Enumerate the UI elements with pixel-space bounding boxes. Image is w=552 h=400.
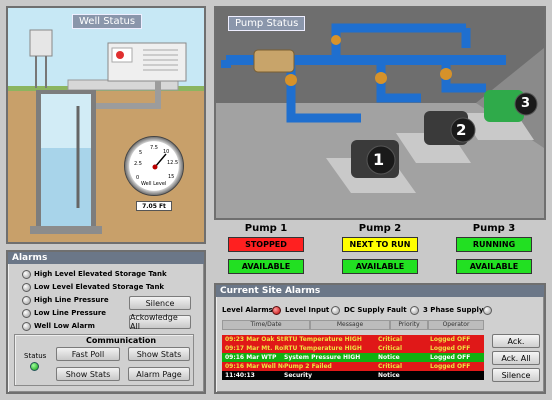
row-priority: Critical bbox=[378, 345, 403, 352]
gauge-tick: 15 bbox=[168, 174, 175, 180]
pump-2-number-label: 2 bbox=[456, 121, 467, 139]
pump-2-state: NEXT TO RUN bbox=[342, 237, 418, 252]
pump-3-title: Pump 3 bbox=[472, 223, 516, 234]
well-level-gauge: 0 2.5 5 7.5 10 12.5 15 Well Level bbox=[124, 136, 184, 196]
alarm-indicator bbox=[22, 322, 31, 331]
filter-label: Level Input bbox=[285, 306, 330, 314]
row-priority: Notice bbox=[378, 354, 400, 361]
filter-label: DC Supply Fault bbox=[344, 306, 407, 314]
alarm-item-label: Low Level Elevated Storage Tank bbox=[34, 283, 165, 291]
silence-alarms-button[interactable]: Silence bbox=[492, 368, 540, 382]
alarm-indicator bbox=[22, 309, 31, 318]
communication-status-led bbox=[30, 362, 39, 371]
alarm-indicator bbox=[22, 283, 31, 292]
filter-indicator bbox=[410, 306, 419, 315]
alarm-page-button[interactable]: Alarm Page bbox=[128, 367, 190, 381]
pump-room-illustration bbox=[216, 8, 544, 218]
communication-title: Communication bbox=[86, 336, 157, 345]
alarm-item-label: High Level Elevated Storage Tank bbox=[34, 270, 167, 278]
ack-button[interactable]: Ack. bbox=[492, 334, 540, 348]
table-row[interactable]: 09:23 Mar Oak St RTU Temperature HIGH Cr… bbox=[222, 335, 484, 344]
table-row[interactable]: 09:16 Mar Well No. 2 Pump 2 Failed Criti… bbox=[222, 362, 484, 371]
alarm-indicator bbox=[22, 296, 31, 305]
pump-1-availability: AVAILABLE bbox=[228, 259, 304, 274]
alarm-item-label: Low Line Pressure bbox=[34, 309, 107, 317]
row-time: 09:17 Mar Mt. Rolla bbox=[225, 345, 284, 352]
row-time: 09:16 Mar WTP bbox=[225, 354, 277, 361]
well-status-panel: Well Status 0 2.5 5 7.5 10 12.5 15 Well … bbox=[6, 6, 206, 244]
row-operator: Logged OFF bbox=[430, 354, 471, 361]
alarms-title: Alarms bbox=[12, 253, 48, 263]
alarm-item-label: Well Low Alarm bbox=[34, 322, 95, 330]
acknowledge-all-button[interactable]: Ackowledge All bbox=[129, 313, 191, 331]
gauge-tick: 10 bbox=[163, 149, 170, 155]
status-label: Status bbox=[24, 352, 47, 360]
column-header-operator: Operator bbox=[428, 320, 484, 330]
gauge-tick: 5 bbox=[139, 150, 143, 156]
table-row[interactable]: 09:17 Mar Mt. Rolla RTU Temperature HIGH… bbox=[222, 344, 484, 353]
alarm-item-label: High Line Pressure bbox=[34, 296, 109, 304]
gauge-tick: 12.5 bbox=[167, 160, 179, 166]
site-alarms-title: Current Site Alarms bbox=[220, 286, 321, 296]
gauge-tick: 7.5 bbox=[150, 145, 158, 151]
show-stats-button[interactable]: Show Stats bbox=[56, 367, 120, 381]
filter-label: 3 Phase Supply bbox=[423, 306, 484, 314]
pump-2-title: Pump 2 bbox=[358, 223, 402, 234]
row-time: 09:16 Mar Well No. 2 bbox=[225, 363, 284, 370]
well-illustration bbox=[8, 8, 204, 242]
row-priority: Notice bbox=[378, 372, 400, 379]
row-operator: Logged OFF bbox=[430, 336, 471, 343]
row-message: System Pressure HIGH bbox=[284, 354, 361, 361]
ack-all-button[interactable]: Ack. All bbox=[492, 351, 540, 365]
show-stats-button[interactable]: Show Stats bbox=[128, 347, 190, 361]
pump-3-number-label: 3 bbox=[521, 96, 531, 111]
filter-indicator bbox=[331, 306, 340, 315]
gauge-tick: 0 bbox=[136, 175, 140, 181]
column-header-priority: Priority bbox=[390, 320, 428, 330]
fast-poll-button[interactable]: Fast Poll bbox=[56, 347, 120, 361]
gauge-label: Well Level bbox=[141, 181, 167, 187]
gauge-tick: 2.5 bbox=[134, 161, 142, 167]
pump-status-panel: Pump Status 1 2 3 bbox=[214, 6, 546, 220]
row-time: 09:23 Mar Oak St bbox=[225, 336, 284, 343]
table-row[interactable]: 11:40:13 Security Notice bbox=[222, 371, 484, 380]
filter-indicator bbox=[483, 306, 492, 315]
row-message: RTU Temperature HIGH bbox=[284, 336, 362, 343]
row-message: Security bbox=[284, 372, 313, 379]
pump-3-availability: AVAILABLE bbox=[456, 259, 532, 274]
row-message: RTU Temperature HIGH bbox=[284, 345, 362, 352]
column-header-message: Message bbox=[310, 320, 390, 330]
column-header-time: Time/Date bbox=[222, 320, 310, 330]
well-level-readout: 7.05 Ft bbox=[136, 201, 172, 211]
silence-button[interactable]: Silence bbox=[129, 296, 191, 310]
row-operator: Logged OFF bbox=[430, 345, 471, 352]
pump-1-state: STOPPED bbox=[228, 237, 304, 252]
table-row[interactable]: 09:16 Mar WTP System Pressure HIGH Notic… bbox=[222, 353, 484, 362]
row-message: Pump 2 Failed bbox=[284, 363, 332, 370]
alarm-indicator bbox=[22, 270, 31, 279]
pump-3-state: RUNNING bbox=[456, 237, 532, 252]
row-operator: Logged OFF bbox=[430, 363, 471, 370]
filter-label: Level Alarms bbox=[222, 306, 273, 314]
pump-1-title: Pump 1 bbox=[244, 223, 288, 234]
alarm-table-header: Time/Date Message Priority Operator bbox=[222, 320, 484, 330]
pump-1-number-label: 1 bbox=[373, 150, 385, 169]
row-priority: Critical bbox=[378, 336, 403, 343]
pump-status-title: Pump Status bbox=[228, 16, 306, 31]
row-time: 11:40:13 bbox=[225, 372, 255, 379]
level-alarms-led bbox=[272, 306, 281, 315]
well-status-title: Well Status bbox=[72, 14, 143, 29]
pump-2-availability: AVAILABLE bbox=[342, 259, 418, 274]
row-priority: Critical bbox=[378, 363, 403, 370]
